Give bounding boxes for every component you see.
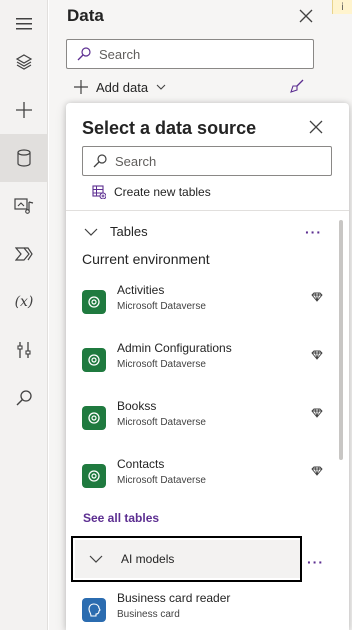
- data-button[interactable]: [0, 134, 48, 182]
- info-badge[interactable]: i: [332, 0, 352, 14]
- create-new-tables-button[interactable]: Create new tables: [92, 185, 211, 199]
- search-icon: [93, 154, 107, 168]
- item-name: Bookss: [117, 399, 157, 413]
- hamburger-icon: [16, 18, 32, 30]
- item-source: Microsoft Dataverse: [117, 417, 206, 428]
- close-icon: [299, 9, 313, 23]
- item-source: Business card: [117, 609, 180, 620]
- dataverse-icon: [82, 348, 106, 372]
- popup-search-placeholder: Search: [115, 153, 157, 169]
- power-automate-button[interactable]: [0, 230, 48, 278]
- premium-diamond-icon: [311, 292, 323, 302]
- left-rail: (x): [0, 0, 48, 630]
- chevron-down-icon: [89, 555, 103, 563]
- plus-icon: [74, 80, 88, 94]
- dataverse-icon: [82, 464, 106, 488]
- item-source: Microsoft Dataverse: [117, 475, 206, 486]
- insert-icon: [16, 102, 32, 118]
- ai-models-section-label: AI models: [121, 552, 175, 566]
- panel-search-placeholder: Search: [99, 46, 141, 62]
- premium-diamond-icon: [311, 350, 323, 360]
- premium-diamond-icon: [311, 408, 323, 418]
- tree-view-icon: [15, 54, 33, 70]
- variables-icon: (x): [14, 294, 34, 310]
- scrollbar[interactable]: [339, 220, 343, 460]
- insert-button[interactable]: [0, 86, 48, 134]
- dataverse-icon: [82, 406, 106, 430]
- item-source: Microsoft Dataverse: [117, 301, 206, 312]
- app-root: (x) Data Search Add data i Select a data: [0, 0, 352, 630]
- list-item-contacts[interactable]: Contacts Microsoft Dataverse: [82, 457, 323, 497]
- divider: [66, 210, 349, 211]
- dataverse-icon: [82, 290, 106, 314]
- variables-button[interactable]: (x): [0, 278, 48, 326]
- ai-models-highlight: AI models: [71, 536, 302, 582]
- environment-label: Current environment: [82, 251, 210, 267]
- search-rail-button[interactable]: [0, 374, 48, 422]
- chevron-down-icon: [156, 84, 166, 90]
- panel-close-button[interactable]: [296, 6, 316, 26]
- power-automate-icon: [15, 247, 33, 261]
- create-new-tables-label: Create new tables: [114, 185, 211, 199]
- tables-more-button[interactable]: ···: [305, 224, 322, 240]
- popup-close-button[interactable]: [306, 117, 326, 137]
- ai-models-section-toggle[interactable]: AI models: [75, 540, 300, 578]
- item-name: Activities: [117, 283, 165, 297]
- clean-button[interactable]: [290, 79, 304, 98]
- media-button[interactable]: [0, 182, 48, 230]
- popup-search-input[interactable]: Search: [82, 146, 332, 176]
- see-all-tables-link[interactable]: See all tables: [83, 511, 159, 525]
- popup-title: Select a data source: [82, 118, 257, 138]
- ai-models-more-button[interactable]: ···: [307, 554, 324, 570]
- ai-model-icon: [82, 598, 106, 622]
- search-icon: [77, 47, 91, 61]
- tables-section-toggle[interactable]: Tables: [84, 224, 148, 239]
- data-icon: [17, 149, 31, 167]
- list-item-activities[interactable]: Activities Microsoft Dataverse: [82, 283, 323, 323]
- add-data-button[interactable]: Add data: [74, 78, 166, 96]
- broom-icon: [290, 79, 304, 93]
- premium-diamond-icon: [311, 466, 323, 476]
- tables-section-label: Tables: [110, 224, 148, 239]
- add-data-label: Add data: [96, 79, 149, 95]
- item-name: Business card reader: [117, 591, 231, 605]
- item-source: Microsoft Dataverse: [117, 359, 206, 370]
- search-icon: [16, 390, 32, 406]
- item-name: Contacts: [117, 457, 165, 471]
- advanced-tools-button[interactable]: [0, 326, 48, 374]
- list-item-business-card-reader[interactable]: Business card reader Business card: [82, 591, 322, 630]
- list-item-bookss[interactable]: Bookss Microsoft Dataverse: [82, 399, 323, 439]
- panel-title: Data: [67, 6, 104, 25]
- chevron-down-icon: [84, 228, 98, 236]
- select-data-source-popup: Select a data source Search Create new t…: [66, 103, 349, 630]
- create-table-icon: [92, 185, 106, 199]
- tree-view-button[interactable]: [0, 38, 48, 86]
- item-name: Admin Configurations: [117, 341, 232, 355]
- panel-search-input[interactable]: Search: [66, 39, 314, 69]
- advanced-tools-icon: [17, 342, 31, 358]
- list-item-admin-configurations[interactable]: Admin Configurations Microsoft Dataverse: [82, 341, 323, 381]
- media-icon: [14, 198, 34, 214]
- close-icon: [309, 120, 323, 134]
